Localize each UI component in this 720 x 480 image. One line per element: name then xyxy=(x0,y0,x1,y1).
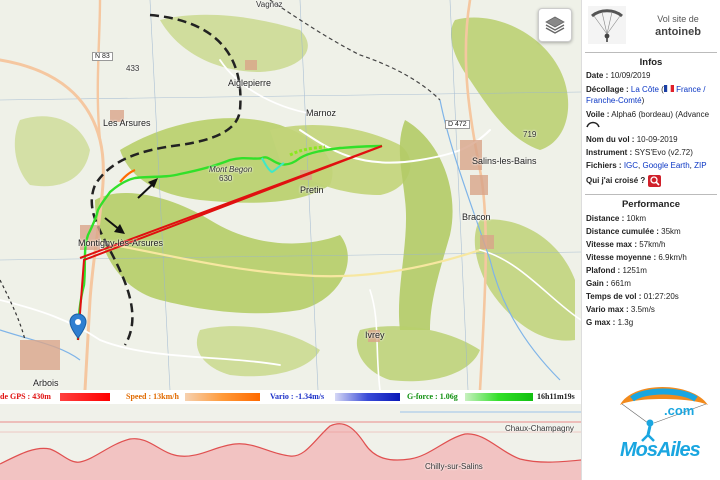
magnifier-icon xyxy=(649,176,660,186)
map-label-aiglepierre: Aiglepierre xyxy=(228,78,272,88)
map-label-vagnoz: Vagnoz xyxy=(256,0,283,9)
info-nom: Nom du vol : 10-09-2019 xyxy=(586,135,678,144)
paraglider-avatar-icon xyxy=(588,6,626,44)
infos-title: Infos xyxy=(585,52,717,70)
layers-button[interactable] xyxy=(538,8,572,42)
flight-indicators-bar[interactable]: de GPS : 430m Speed : 13km/h Vario : -1.… xyxy=(0,390,581,404)
perf-row: Vitesse max : 57km/h xyxy=(586,240,666,249)
map-label-pretin: Pretin xyxy=(300,185,324,195)
indicator-speed: Speed : 13km/h xyxy=(126,392,179,401)
vol-site-label: Vol site de xyxy=(657,14,699,24)
perf-row: Distance cumulée : 35km xyxy=(586,227,681,236)
speed-gradient xyxy=(185,393,260,401)
info-date: Date : 10/09/2019 xyxy=(586,71,651,80)
gforce-gradient xyxy=(465,393,533,401)
layers-icon xyxy=(545,16,565,34)
map-label-spot-719: 719 xyxy=(523,130,537,139)
map-label-bracon: Bracon xyxy=(462,212,491,222)
logo-brand: MosAiles xyxy=(620,439,701,461)
info-voile: Voile : Alpha6 (bordeau) (Advance xyxy=(586,110,710,119)
logo-com: .com xyxy=(664,403,695,418)
map-label-salins: Salins-les-Bains xyxy=(472,156,537,166)
perf-row: Vitesse moyenne : 6.9km/h xyxy=(586,253,687,262)
map-label-chaux: Chaux-Champagny xyxy=(505,424,574,433)
map-label-ivrey: Ivrey xyxy=(365,330,385,340)
map-label-n83: N 83 xyxy=(92,52,113,61)
perf-row: G max : 1.3g xyxy=(586,318,634,327)
search-crossed-button[interactable] xyxy=(647,175,661,187)
map-label-begon-alt: 630 xyxy=(219,174,233,183)
map-label-marnoz: Marnoz xyxy=(306,108,337,118)
perf-row: Distance : 10km xyxy=(586,214,647,223)
performance-title: Performance xyxy=(585,194,717,212)
map-label-spot-433: 433 xyxy=(126,64,140,73)
voile-brand-row xyxy=(582,120,720,131)
google-earth-link[interactable]: Google Earth xyxy=(643,161,690,170)
map-label-montigny: Montigny-lès-Arsures xyxy=(78,238,164,248)
map-pin-icon[interactable] xyxy=(69,313,87,339)
mosailes-logo[interactable]: .com MosAiles xyxy=(612,375,717,475)
flight-map[interactable]: Aiglepierre Les Arsures Marnoz Salins-le… xyxy=(0,0,581,480)
vario-gradient xyxy=(335,393,400,401)
map-label-d472: D 472 xyxy=(445,120,470,129)
indicator-time: 16h11m19s xyxy=(537,392,575,401)
info-instrument: Instrument : SYS'Evo (v2.72) xyxy=(586,148,693,157)
info-fichiers: Fichiers : IGC, Google Earth, ZIP xyxy=(586,161,707,170)
perf-row: Temps de vol : 01:27:20s xyxy=(586,292,679,301)
map-label-les-arsures: Les Arsures xyxy=(103,118,151,128)
map-terrain xyxy=(0,0,581,390)
pilot-header: Vol site de antoineb xyxy=(582,0,720,52)
decollage-site-link[interactable]: La Côte xyxy=(631,85,659,94)
map-label-chilly: Chilly-sur-Salins xyxy=(425,462,483,471)
igc-link[interactable]: IGC xyxy=(624,161,638,170)
info-decollage: Décollage : La Côte ( France / Franche-C… xyxy=(586,85,706,105)
indicator-gforce: G-force : 1.06g xyxy=(407,392,458,401)
perf-row: Plafond : 1251m xyxy=(586,266,647,275)
map-label-mont-begon: Mont Begon xyxy=(209,165,253,174)
indicator-vario: Vario : -1.34m/s xyxy=(270,392,325,401)
indicator-gps: de GPS : 430m xyxy=(0,392,51,401)
pilot-name[interactable]: antoineb xyxy=(638,26,718,38)
zip-link[interactable]: ZIP xyxy=(694,161,706,170)
performance-list: Distance : 10km Distance cumulée : 35km … xyxy=(582,213,720,328)
perf-row: Gain : 661m xyxy=(586,279,631,288)
advance-logo-icon xyxy=(586,121,600,128)
altitude-profile[interactable] xyxy=(0,404,581,480)
gps-altitude-gradient xyxy=(60,393,110,401)
map-label-arbois: Arbois xyxy=(33,378,59,388)
france-flag-icon xyxy=(663,85,674,92)
info-croise: Qui j'ai croisé ? xyxy=(582,175,720,187)
perf-row: Vario max : 3.5m/s xyxy=(586,305,655,314)
